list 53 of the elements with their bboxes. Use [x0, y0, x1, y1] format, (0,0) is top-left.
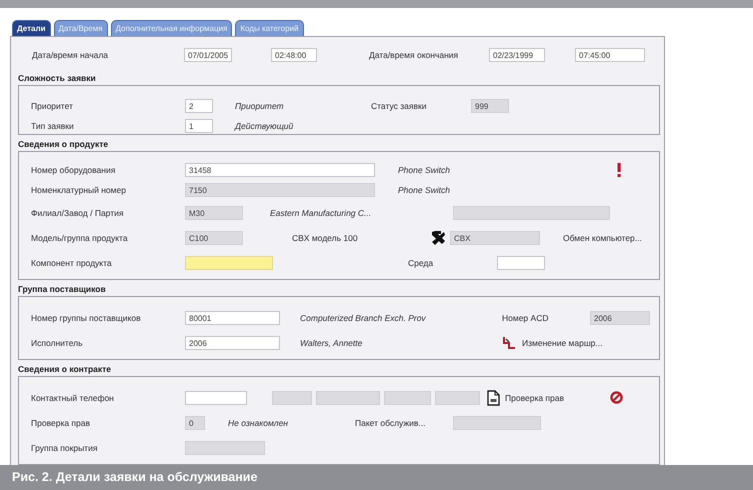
value-text: Действующий — [235, 121, 294, 131]
tab[interactable]: Детали — [12, 20, 51, 36]
input-field[interactable]: 07/01/2005 — [184, 48, 232, 62]
field-label: Пакет обслужив... — [355, 418, 426, 428]
input-field[interactable]: 1 — [185, 119, 213, 133]
field-label: Дата/время окончания — [369, 50, 460, 60]
check-rights-link[interactable]: Проверка прав — [505, 392, 595, 402]
field-label: Контактный телефон — [31, 392, 115, 402]
field-label: Модель/группа продукта — [31, 232, 129, 242]
value-text: Phone Switch — [398, 165, 451, 175]
input-field[interactable] — [185, 390, 247, 404]
field-label: Филиал/Завод / Партия — [31, 208, 124, 218]
field-label: Номенклатурный номер — [31, 185, 127, 195]
input-field[interactable]: 80001 — [185, 310, 280, 324]
field-label: Компонент продукта — [31, 258, 113, 268]
section-title: Группа поставщиков — [18, 284, 106, 294]
field-label: Статус заявки — [371, 101, 428, 111]
field-label: Среда — [408, 258, 434, 268]
section-title: Сведения о контракте — [18, 364, 112, 374]
field-label: Исполнитель — [31, 338, 84, 348]
field-label: Номер оборудования — [31, 165, 116, 175]
input-field[interactable]: 07:45:00 — [575, 48, 645, 62]
figure-caption: Рис. 2. Детали заявки на обслуживание — [0, 465, 753, 490]
input-field[interactable]: 31458 — [185, 163, 375, 177]
route-link[interactable]: Изменение маршр... — [522, 338, 632, 348]
value-text: Eastern Manufacturing C... — [270, 208, 372, 218]
field-label: Номер группы поставщиков — [31, 312, 142, 322]
section-title: Сведения о продукте — [18, 139, 108, 149]
field-label: Номер ACD — [502, 312, 550, 322]
field-label: Проверка прав — [31, 418, 92, 428]
prohibited-icon — [610, 391, 623, 404]
value-text: Walters, Annette — [300, 338, 364, 348]
value-text: CBX модель 100 — [292, 232, 359, 242]
input-field[interactable]: 02:48:00 — [271, 48, 317, 62]
input-field[interactable]: 2 — [185, 99, 213, 113]
input-field[interactable]: 2006 — [185, 336, 280, 350]
value-text: Computerized Branch Exch. Prov — [300, 312, 427, 322]
value-text: Phone Switch — [398, 185, 451, 195]
route-icon[interactable] — [502, 336, 516, 350]
input-field[interactable] — [497, 256, 545, 270]
field-label: Дата/время начала — [32, 50, 110, 60]
field-label: Приоритет — [31, 101, 74, 111]
tools-icon — [430, 230, 446, 244]
document-icon[interactable] — [487, 390, 500, 406]
input-field[interactable] — [185, 256, 273, 270]
input-field[interactable]: 02/23/1999 — [489, 48, 545, 62]
value-text: Не ознакомлен — [228, 418, 289, 428]
field-label: Группа покрытия — [31, 442, 98, 452]
section-title: Сложность заявки — [18, 73, 96, 83]
exclamation-icon — [616, 163, 622, 177]
value-text: Обмен компьютер... — [563, 232, 643, 242]
field-label: Тип заявки — [31, 121, 75, 131]
value-text: Приоритет — [235, 101, 285, 111]
